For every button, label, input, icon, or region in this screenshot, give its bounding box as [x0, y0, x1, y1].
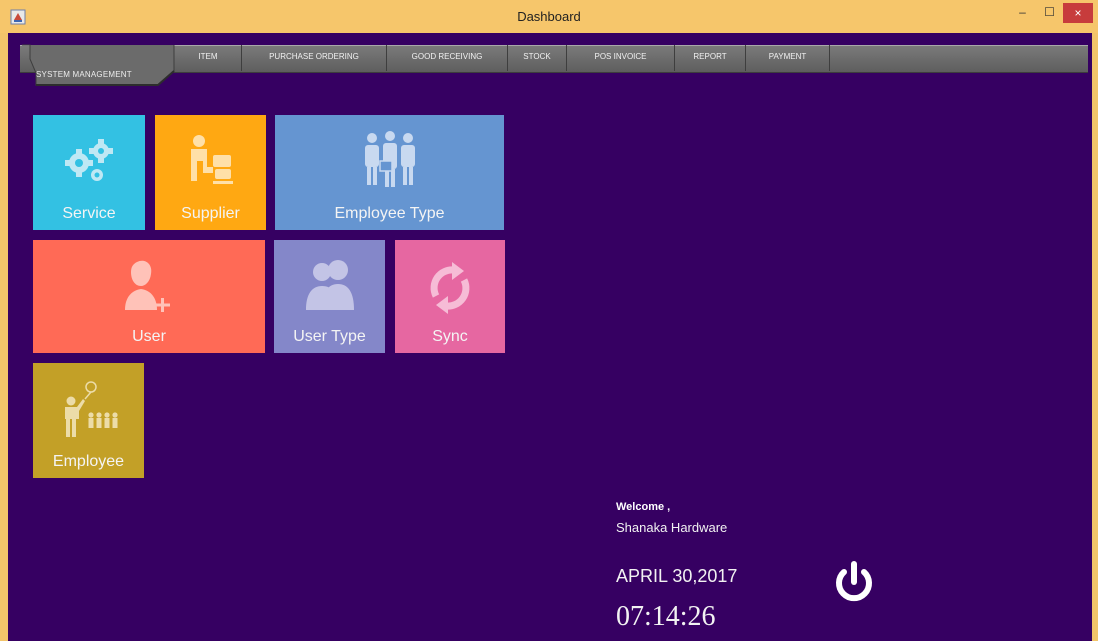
sync-tile[interactable]: Sync — [395, 240, 505, 353]
system-management-label: SYSTEM MANAGEMENT — [36, 70, 132, 79]
menu-item-report[interactable]: REPORT — [675, 45, 746, 71]
app-window: Dashboard – ☐ × SYSTEM MANAGEMENT ITEM P… — [0, 0, 1098, 641]
gears-icon — [33, 137, 145, 185]
maximize-button[interactable]: ☐ — [1037, 0, 1062, 24]
add-user-icon — [33, 258, 265, 318]
title-bar[interactable]: Dashboard – ☐ × — [0, 0, 1098, 33]
sync-tile-label: Sync — [432, 328, 468, 345]
employee-tile-label: Employee — [52, 453, 125, 470]
company-name: Shanaka Hardware — [616, 520, 728, 535]
welcome-label: Welcome , — [616, 501, 671, 513]
service-tile[interactable]: Service — [33, 115, 145, 230]
user-tile-label: User — [132, 328, 166, 345]
users-icon — [274, 258, 385, 318]
supplier-icon — [155, 133, 266, 189]
power-icon — [832, 561, 876, 608]
menu-item-good-receiving[interactable]: GOOD RECEIVING — [387, 45, 508, 71]
sync-icon — [395, 260, 505, 316]
window-title: Dashboard — [517, 9, 581, 24]
minimize-button[interactable]: – — [1010, 0, 1035, 24]
presenter-icon — [33, 379, 144, 439]
menu-item-stock[interactable]: STOCK — [508, 45, 567, 71]
system-management-tab[interactable]: SYSTEM MANAGEMENT — [22, 43, 175, 89]
current-date: APRIL 30,2017 — [616, 566, 738, 586]
menu-item-pos-invoice[interactable]: POS INVOICE — [567, 45, 675, 71]
menu-item-payment[interactable]: PAYMENT — [746, 45, 830, 71]
supplier-tile-label: Supplier — [181, 205, 240, 222]
user-type-tile-label: User Type — [293, 328, 366, 345]
close-button[interactable]: × — [1063, 3, 1093, 23]
menu-item-item[interactable]: ITEM — [175, 45, 242, 71]
dashboard-panel: SYSTEM MANAGEMENT ITEM PURCHASE ORDERING… — [8, 33, 1092, 641]
user-type-tile[interactable]: User Type — [274, 240, 385, 353]
menu-item-purchase-ordering[interactable]: PURCHASE ORDERING — [242, 45, 387, 71]
employee-type-tile-label: Employee Type — [334, 205, 445, 222]
employee-group-icon — [275, 131, 504, 189]
current-time: 07:14:26 — [616, 601, 716, 632]
supplier-tile[interactable]: Supplier — [155, 115, 266, 230]
user-tile[interactable]: User — [33, 240, 265, 353]
logout-button[interactable] — [832, 560, 876, 604]
employee-tile[interactable]: Employee — [33, 363, 144, 478]
employee-type-tile[interactable]: Employee Type — [275, 115, 504, 230]
service-tile-label: Service — [62, 205, 116, 222]
